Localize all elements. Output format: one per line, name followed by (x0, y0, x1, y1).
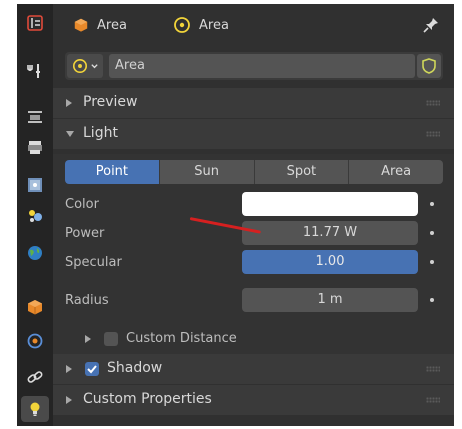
specular-label: Specular (65, 255, 122, 270)
render-icon[interactable] (21, 104, 49, 130)
light-type-point-button[interactable]: Point (65, 160, 160, 184)
world-icon[interactable] (21, 240, 49, 266)
constraints-icon[interactable] (21, 364, 49, 390)
color-label: Color (65, 197, 99, 212)
preview-panel-header[interactable]: Preview (53, 88, 454, 118)
shield-icon (422, 58, 436, 74)
shadow-checkbox[interactable] (85, 362, 99, 376)
object-breadcrumb: Area (73, 16, 127, 34)
custom-properties-panel-title: Custom Properties (83, 391, 212, 407)
light-type-selector: Point Sun Spot Area (65, 160, 443, 184)
properties-editor: Area Area Area Preview Light Point Sun S… (0, 0, 462, 429)
radius-field[interactable]: 1 m (242, 288, 418, 312)
light-data-browse-icon (72, 58, 87, 74)
collapse-arrow-icon (66, 365, 72, 373)
object-icon[interactable] (21, 294, 49, 320)
specular-slider[interactable]: 1.00 (242, 250, 418, 274)
keyframe-dot-icon[interactable] (430, 260, 434, 264)
preview-panel-title: Preview (83, 94, 138, 110)
drag-grip-icon[interactable] (426, 100, 440, 106)
chevron-down-icon (90, 63, 98, 68)
object-cube-icon (73, 17, 89, 33)
light-panel-header[interactable]: Light (53, 119, 454, 149)
object-data-light-icon[interactable] (21, 396, 49, 422)
keyframe-dot-icon[interactable] (430, 202, 434, 206)
output-icon[interactable] (21, 134, 49, 160)
physics-icon[interactable] (21, 328, 49, 354)
pin-icon[interactable] (422, 16, 440, 34)
properties-tab-bar (17, 4, 53, 426)
power-label: Power (65, 226, 105, 241)
light-data-name-label: Area (199, 17, 229, 33)
shadow-panel-title: Shadow (107, 360, 163, 376)
scene-icon[interactable] (21, 202, 49, 228)
light-datablock-selector: Area (65, 52, 443, 80)
fake-user-button[interactable] (417, 54, 441, 78)
custom-distance-checkbox[interactable] (104, 332, 118, 346)
drag-grip-icon[interactable] (426, 366, 440, 372)
browse-light-button[interactable] (67, 54, 103, 78)
expand-arrow-icon (66, 131, 74, 137)
object-name-label: Area (97, 17, 127, 33)
shadow-panel-header[interactable]: Shadow (53, 354, 454, 384)
drag-grip-icon[interactable] (426, 397, 440, 403)
collapse-arrow-icon (66, 99, 72, 107)
tool-icon[interactable] (21, 58, 49, 84)
custom-properties-panel-header[interactable]: Custom Properties (53, 385, 454, 415)
custom-distance-label: Custom Distance (126, 331, 237, 346)
context-header: Area Area (53, 4, 454, 44)
editor-type-icon[interactable] (21, 10, 49, 36)
checkmark-icon (87, 365, 97, 374)
radius-label: Radius (65, 293, 109, 308)
light-type-spot-button[interactable]: Spot (254, 160, 350, 184)
light-data-breadcrumb: Area (173, 16, 229, 34)
light-data-icon (173, 16, 191, 34)
light-type-sun-button[interactable]: Sun (159, 160, 255, 184)
light-datablock-name-field[interactable]: Area (109, 54, 415, 78)
keyframe-dot-icon[interactable] (430, 298, 434, 302)
view-layer-icon[interactable] (21, 172, 49, 198)
collapse-arrow-icon (66, 396, 72, 404)
properties-panel: Area Area Area Preview Light Point Sun S… (53, 4, 454, 426)
collapse-arrow-icon (85, 335, 91, 343)
light-panel-title: Light (83, 125, 118, 141)
light-type-area-button[interactable]: Area (349, 160, 443, 184)
drag-grip-icon[interactable] (426, 131, 440, 137)
custom-distance-subpanel-header[interactable]: Custom Distance (53, 324, 454, 354)
keyframe-dot-icon[interactable] (430, 231, 434, 235)
power-field[interactable]: 11.77 W (242, 221, 418, 245)
color-swatch[interactable] (242, 192, 418, 216)
